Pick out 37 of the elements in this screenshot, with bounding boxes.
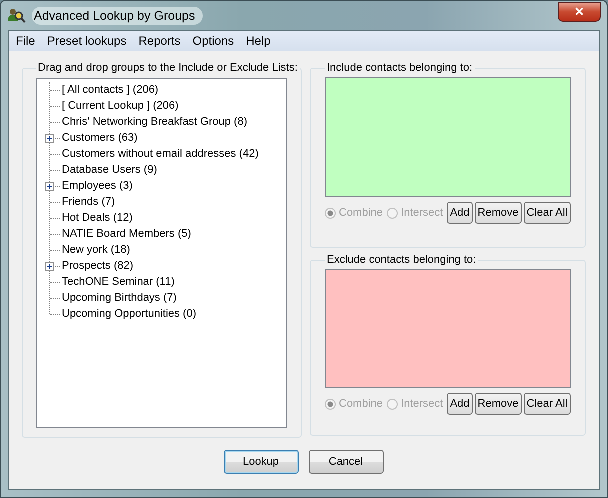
tree-item[interactable]: NATIE Board Members (5) bbox=[62, 228, 192, 240]
menu-item[interactable]: Options bbox=[186, 34, 240, 48]
menu-item[interactable]: Preset lookups bbox=[41, 34, 133, 48]
list-label: Exclude contacts belonging to: bbox=[326, 254, 478, 266]
expand-icon[interactable] bbox=[45, 262, 54, 270]
tree-item[interactable]: Prospects (82) bbox=[62, 260, 134, 272]
tree-item[interactable]: Friends (7) bbox=[62, 196, 116, 208]
people-icon bbox=[8, 8, 26, 24]
tree-item[interactable]: Customers without email addresses (42) bbox=[62, 148, 259, 160]
tree-item[interactable]: Chris' Networking Breakfast Group (8) bbox=[62, 116, 248, 128]
tree-item[interactable]: New york (18) bbox=[62, 244, 130, 256]
list-button[interactable]: Remove bbox=[474, 202, 522, 224]
list-button[interactable]: Clear All bbox=[524, 393, 571, 415]
tree-item[interactable]: [ All contacts ] (206) bbox=[62, 84, 159, 96]
expand-icon[interactable] bbox=[45, 182, 54, 190]
list-button[interactable]: Clear All bbox=[524, 202, 571, 224]
tree-item[interactable]: Hot Deals (12) bbox=[62, 212, 133, 224]
list-button[interactable]: Add bbox=[447, 393, 473, 415]
menu-item[interactable]: Reports bbox=[132, 34, 187, 48]
expand-icon[interactable] bbox=[45, 134, 54, 142]
menu-item[interactable]: File bbox=[10, 34, 42, 48]
dialog-button[interactable]: Lookup bbox=[224, 450, 298, 474]
window-title: Advanced Lookup by Groups bbox=[32, 6, 204, 24]
list-button[interactable]: Remove bbox=[474, 393, 522, 415]
tree-item[interactable]: TechONE Seminar (11) bbox=[62, 276, 175, 288]
close-button[interactable]: ✕ bbox=[558, 2, 601, 22]
list-button[interactable]: Add bbox=[447, 202, 473, 224]
dialog-button[interactable]: Cancel bbox=[308, 450, 384, 474]
tree-item[interactable]: Employees (3) bbox=[62, 180, 133, 192]
tree-item[interactable]: Customers (63) bbox=[62, 132, 138, 144]
tree-item[interactable]: Database Users (9) bbox=[62, 164, 158, 176]
menu-item[interactable]: Help bbox=[240, 34, 277, 48]
tree-item[interactable]: Upcoming Opportunities (0) bbox=[62, 308, 197, 320]
list-label: Include contacts belonging to: bbox=[326, 62, 474, 74]
group-label: Drag and drop groups to the Include or Exclude Lists: bbox=[37, 62, 299, 74]
tree-item[interactable]: [ Current Lookup ] (206) bbox=[62, 100, 179, 112]
tree-item[interactable]: Upcoming Birthdays (7) bbox=[62, 292, 177, 304]
